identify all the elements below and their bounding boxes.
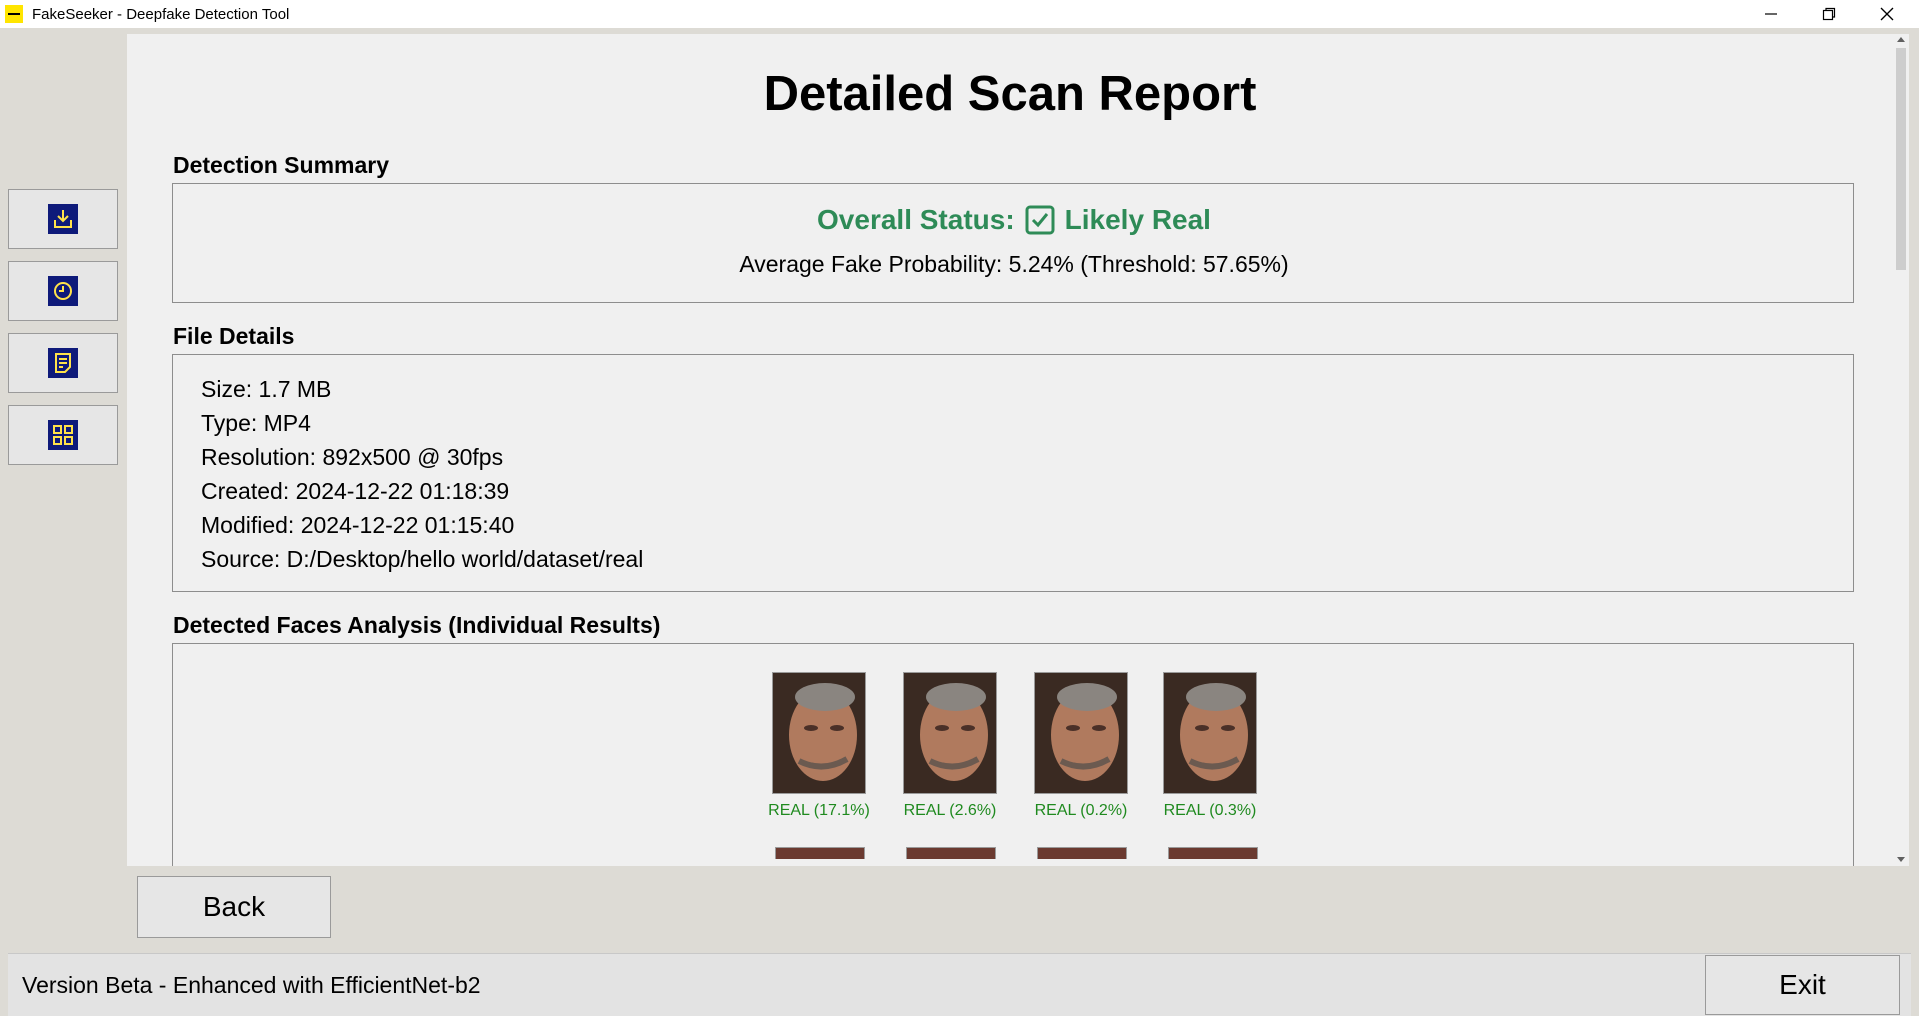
sidebar-download-button[interactable]: [8, 189, 118, 249]
file-modified: Modified: 2024-12-22 01:15:40: [201, 512, 515, 538]
back-button[interactable]: Back: [137, 876, 331, 938]
fake-probability-text: Average Fake Probability: 5.24% (Thresho…: [739, 251, 1289, 277]
face-result-label: REAL (17.1%): [768, 802, 870, 819]
restore-icon[interactable]: [1800, 0, 1858, 28]
file-details-heading: File Details: [173, 323, 295, 349]
status-label: Overall Status:: [817, 204, 1015, 235]
sidebar: [0, 28, 127, 946]
detection-summary-heading: Detection Summary: [173, 152, 390, 178]
download-icon: [48, 204, 78, 234]
face-thumbnail: [1034, 672, 1128, 794]
history-icon: [48, 276, 78, 306]
faces-analysis-box: REAL (17.1%) REAL (2.6%) REAL (0.2%) REA…: [172, 643, 1854, 866]
face-thumbnail: [906, 847, 996, 859]
face-result-label: REAL (0.3%): [1163, 802, 1257, 819]
file-source: Source: D:/Desktop/hello world/dataset/r…: [201, 546, 644, 572]
file-details-box: Size: 1.7 MB Type: MP4 Resolution: 892x5…: [172, 354, 1854, 592]
vertical-scrollbar[interactable]: [1893, 34, 1909, 866]
close-icon[interactable]: [1858, 0, 1916, 28]
face-thumbnail: [1037, 847, 1127, 859]
file-resolution: Resolution: 892x500 @ 30fps: [201, 444, 504, 470]
version-label: Version Beta - Enhanced with EfficientNe…: [22, 972, 481, 998]
app-icon: [5, 5, 23, 23]
checkbox-checked-icon: [1025, 205, 1055, 235]
title-bar: FakeSeeker - Deepfake Detection Tool: [0, 0, 1919, 28]
scroll-thumb[interactable]: [1896, 48, 1906, 270]
window-title: FakeSeeker - Deepfake Detection Tool: [32, 5, 290, 23]
grid-icon: [48, 420, 78, 450]
exit-button[interactable]: Exit: [1705, 955, 1900, 1015]
scroll-down-icon[interactable]: [1897, 855, 1905, 863]
face-thumbnail: [775, 847, 865, 859]
face-thumbnail: [772, 672, 866, 794]
face-thumbnail: [903, 672, 997, 794]
face-result-label: REAL (2.6%): [903, 802, 997, 819]
file-size: Size: 1.7 MB: [201, 376, 332, 402]
sidebar-history-button[interactable]: [8, 261, 118, 321]
face-thumbnail: [1163, 672, 1257, 794]
status-bar: Version Beta - Enhanced with EfficientNe…: [8, 953, 1911, 1016]
report-icon: [48, 348, 78, 378]
face-result-label: REAL (0.2%): [1034, 802, 1128, 819]
file-created: Created: 2024-12-22 01:18:39: [201, 478, 510, 504]
overall-status: Overall Status: Likely Real: [173, 204, 1855, 236]
minimize-icon[interactable]: [1742, 0, 1800, 28]
face-thumbnail: [1168, 847, 1258, 859]
scroll-up-icon[interactable]: [1897, 36, 1905, 44]
page-title: Detailed Scan Report: [763, 67, 1257, 121]
faces-analysis-heading: Detected Faces Analysis (Individual Resu…: [173, 612, 661, 638]
status-value: Likely Real: [1064, 204, 1211, 235]
sidebar-report-button[interactable]: [8, 333, 118, 393]
report-content: Detailed Scan Report Detection Summary O…: [127, 34, 1893, 866]
file-type: Type: MP4: [201, 410, 311, 436]
sidebar-grid-button[interactable]: [8, 405, 118, 465]
detection-summary-box: Overall Status: Likely Real Average Fake…: [172, 183, 1854, 303]
